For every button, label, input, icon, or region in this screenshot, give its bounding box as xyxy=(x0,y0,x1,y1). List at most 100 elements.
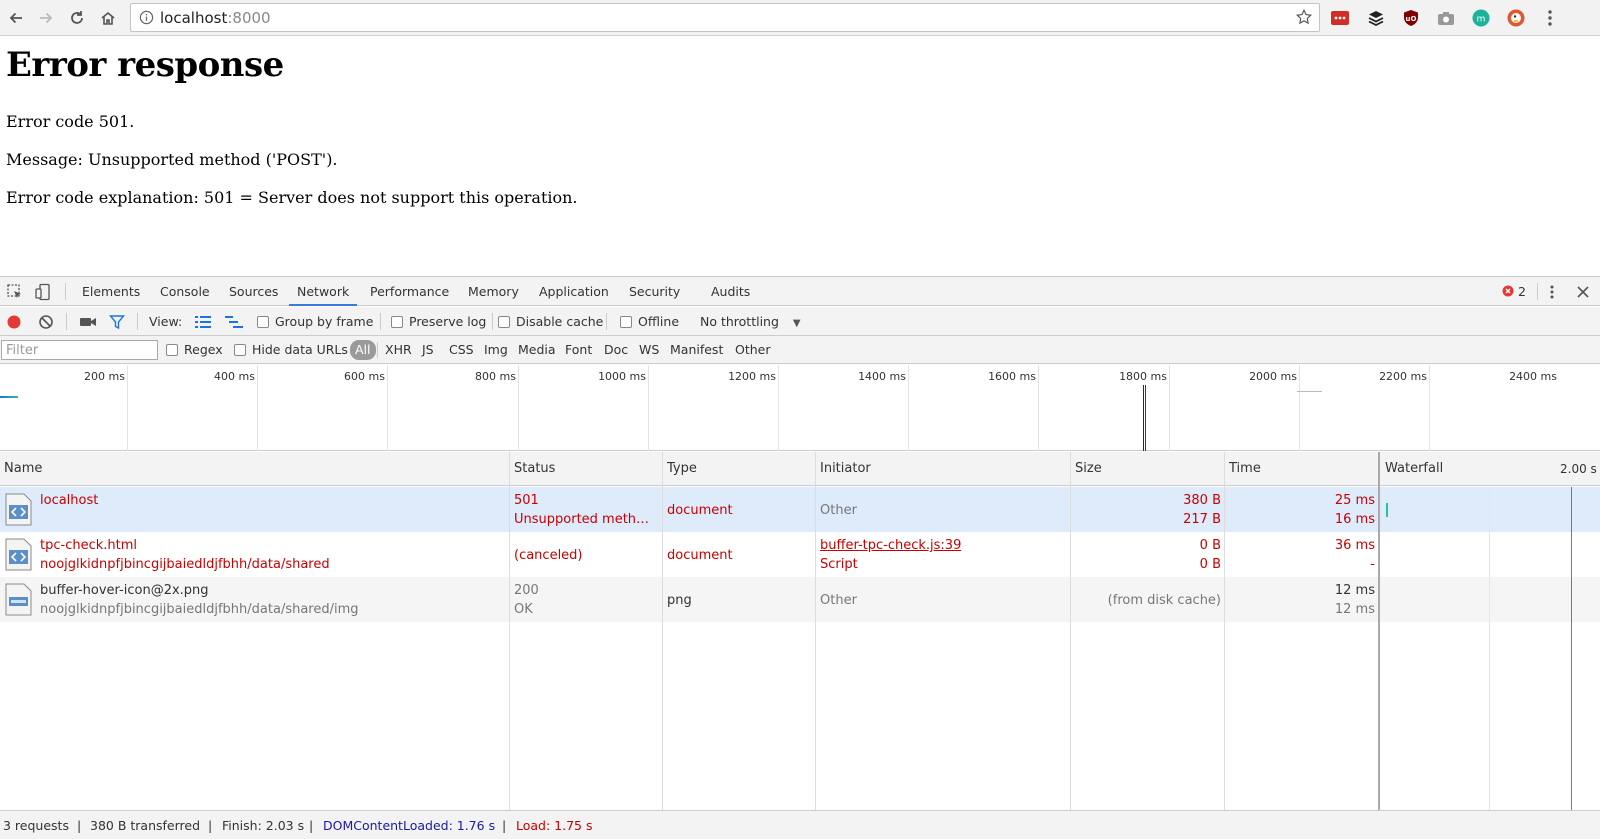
overview-gridline xyxy=(257,365,258,451)
camera-extension-icon[interactable] xyxy=(1436,8,1456,28)
column-divider[interactable] xyxy=(1378,452,1380,810)
column-header-type[interactable]: Type xyxy=(663,452,697,486)
duckduckgo-extension-icon[interactable] xyxy=(1506,8,1526,28)
page-heading: Error response xyxy=(6,45,284,85)
overview-gridline xyxy=(387,365,388,451)
overview-tick-label: 1600 ms xyxy=(988,370,1036,383)
close-icon[interactable] xyxy=(1574,283,1592,301)
network-overview-timeline[interactable]: 200 ms 400 ms 600 ms 800 ms 1000 ms 1200… xyxy=(0,365,1600,451)
tab-performance[interactable]: Performance xyxy=(362,277,457,306)
column-header-name[interactable]: Name xyxy=(0,452,42,486)
column-divider[interactable] xyxy=(1224,452,1225,810)
tab-console[interactable]: Console xyxy=(152,277,218,306)
buffer-extension-icon[interactable] xyxy=(1366,8,1386,28)
type-filter-img[interactable]: Img xyxy=(480,340,512,360)
column-divider[interactable] xyxy=(815,452,816,810)
column-divider[interactable] xyxy=(662,452,663,810)
network-toolbar: View: Group by frame Preserve log Disabl… xyxy=(0,307,1600,336)
regex-checkbox[interactable]: Regex xyxy=(166,335,223,364)
record-icon[interactable] xyxy=(6,314,22,330)
filter-icon[interactable] xyxy=(109,314,125,330)
overview-waterfall-icon[interactable] xyxy=(225,315,243,329)
reload-icon[interactable] xyxy=(65,6,89,30)
type-filter-ws[interactable]: WS xyxy=(635,340,663,360)
type-filter-doc[interactable]: Doc xyxy=(600,340,632,360)
mercury-extension-icon[interactable]: m xyxy=(1471,8,1491,28)
filter-input[interactable] xyxy=(1,340,158,360)
waterfall-bar xyxy=(1386,503,1388,517)
overview-tick-label: 1800 ms xyxy=(1119,370,1167,383)
type-filter-manifest[interactable]: Manifest xyxy=(666,340,727,360)
checkbox-box xyxy=(257,316,269,328)
column-header-size[interactable]: Size xyxy=(1071,452,1102,486)
filter-bar: Regex Hide data URLs All XHR JS CSS Img … xyxy=(0,336,1600,364)
request-size: 0 B xyxy=(1199,538,1221,553)
waterfall-scale-label: 2.00 s xyxy=(1560,462,1597,476)
ublock-extension-icon[interactable]: uO xyxy=(1401,8,1421,28)
column-divider[interactable] xyxy=(1070,452,1071,810)
error-counter[interactable]: 2 xyxy=(1502,277,1526,306)
tab-network[interactable]: Network xyxy=(289,277,358,306)
tab-security[interactable]: Security xyxy=(621,277,688,306)
load-event-line xyxy=(1571,487,1572,810)
url-text: localhost:8000 xyxy=(160,9,271,27)
disable-cache-checkbox[interactable]: Disable cache xyxy=(498,307,603,336)
type-filter-xhr[interactable]: XHR xyxy=(381,340,416,360)
throttling-select[interactable]: No throttling ▼ xyxy=(700,307,801,336)
large-rows-icon[interactable] xyxy=(195,315,211,329)
address-bar[interactable]: localhost:8000 xyxy=(130,3,1320,32)
summary-separator: | xyxy=(208,818,213,833)
column-divider[interactable] xyxy=(509,452,510,810)
forward-icon[interactable] xyxy=(34,6,58,30)
summary-separator: | xyxy=(77,818,82,833)
devtools-menu-icon[interactable] xyxy=(1543,283,1561,301)
request-status-code: 200 xyxy=(514,583,539,598)
tab-audits[interactable]: Audits xyxy=(703,277,758,306)
error-message-text: Message: Unsupported method ('POST'). xyxy=(6,150,338,169)
dropdown-arrow-icon: ▼ xyxy=(792,318,801,329)
hide-data-urls-checkbox[interactable]: Hide data URLs xyxy=(234,335,348,364)
svg-text:uO: uO xyxy=(1406,15,1417,23)
tab-elements[interactable]: Elements xyxy=(74,277,148,306)
overview-tick-label: 1000 ms xyxy=(598,370,646,383)
table-row[interactable]: buffer-hover-icon@2x.png noojglkidnpfjbi… xyxy=(0,577,1600,622)
request-time: 36 ms xyxy=(1334,538,1375,553)
screenshot-capture-icon[interactable] xyxy=(79,314,97,330)
column-header-initiator[interactable]: Initiator xyxy=(816,452,871,486)
preserve-log-checkbox[interactable]: Preserve log xyxy=(391,307,486,336)
column-header-status[interactable]: Status xyxy=(510,452,555,486)
group-by-frame-checkbox[interactable]: Group by frame xyxy=(257,307,373,336)
browser-toolbar: localhost:8000 uO m xyxy=(0,0,1600,36)
bookmark-star-icon[interactable] xyxy=(1295,8,1313,26)
back-icon[interactable] xyxy=(4,6,28,30)
inspect-element-icon[interactable] xyxy=(6,283,24,301)
tab-application[interactable]: Application xyxy=(531,277,617,306)
type-filter-font[interactable]: Font xyxy=(561,340,596,360)
table-row[interactable]: localhost 501 Unsupported metho… documen… xyxy=(0,487,1600,532)
offline-checkbox[interactable]: Offline xyxy=(620,307,679,336)
info-icon[interactable] xyxy=(139,10,154,25)
type-filter-css[interactable]: CSS xyxy=(445,340,478,360)
toolbar-separator xyxy=(380,313,381,330)
tab-memory[interactable]: Memory xyxy=(460,277,527,306)
request-status-text: OK xyxy=(514,602,533,617)
request-path: noojglkidnpfjbincgijbaiedldjfbhh/data/sh… xyxy=(40,602,359,617)
overview-gridline xyxy=(1169,365,1170,451)
overview-tick-label: 2400 ms xyxy=(1509,370,1557,383)
chrome-menu-icon[interactable] xyxy=(1540,8,1560,28)
clear-icon[interactable] xyxy=(38,314,54,330)
request-status-code: (canceled) xyxy=(514,548,583,563)
type-filter-js[interactable]: JS xyxy=(418,340,438,360)
column-header-waterfall[interactable]: Waterfall xyxy=(1381,452,1443,486)
overview-tick-label: 400 ms xyxy=(214,370,255,383)
request-initiator-link[interactable]: buffer-tpc-check.js:39 xyxy=(820,538,961,553)
type-filter-other[interactable]: Other xyxy=(731,340,775,360)
table-row[interactable]: tpc-check.html noojglkidnpfjbincgijbaied… xyxy=(0,532,1600,577)
tab-sources[interactable]: Sources xyxy=(221,277,286,306)
device-toolbar-icon[interactable] xyxy=(34,283,52,301)
lastpass-extension-icon[interactable] xyxy=(1330,8,1350,28)
type-filter-all[interactable]: All xyxy=(350,340,376,360)
home-icon[interactable] xyxy=(96,6,120,30)
column-header-time[interactable]: Time xyxy=(1225,452,1261,486)
type-filter-media[interactable]: Media xyxy=(514,340,560,360)
